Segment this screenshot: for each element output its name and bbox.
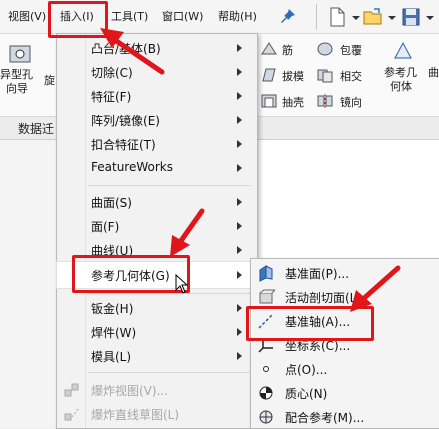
rib-label: 筋 (282, 44, 293, 57)
menu-item-label: 爆炸视图(V)... (91, 384, 169, 398)
submenu-arrow-icon (237, 246, 242, 254)
annotation-arrow-reference-geometry (170, 208, 205, 257)
submenu-item-label: 配合参考(M)... (285, 411, 365, 425)
submenu-arrow-icon (237, 198, 242, 206)
revolve-label: 旋 (44, 74, 55, 87)
submenu-arrow-icon (237, 92, 242, 100)
menu-item-label: 爆炸直线草图(L) (91, 408, 180, 422)
submenu-arrow-icon (237, 328, 242, 336)
menu-item-fastening-features[interactable]: 扣合特征(T) (57, 132, 257, 156)
menu-item-face[interactable]: 面(F) (57, 214, 257, 238)
submenu-arrow-icon (237, 352, 242, 360)
open-folder-icon[interactable] (362, 6, 384, 28)
reference-geometry-label-line2: 何体 (390, 80, 412, 93)
pin-icon[interactable] (280, 8, 296, 24)
draft-label: 拔模 (282, 70, 304, 83)
hole-wizard-icon[interactable] (8, 40, 34, 66)
submenu-item-label: 点(O)... (285, 363, 328, 377)
submenu-arrow-icon (237, 44, 242, 52)
menu-help[interactable]: 帮助(H) (218, 8, 257, 26)
explode-line-sketch-icon (64, 408, 79, 421)
tab-data-migration[interactable]: 数据迁 (18, 120, 54, 137)
intersect-label: 相交 (340, 70, 362, 83)
submenu-arrow-icon (237, 164, 242, 172)
menu-item-weldments[interactable]: 焊件(W) (57, 320, 257, 344)
rib-icon[interactable] (260, 40, 278, 58)
annotation-arrow-insert (100, 28, 165, 75)
submenu-arrow-icon (237, 304, 242, 312)
submenu-arrow-icon (237, 222, 242, 230)
plane-icon (259, 265, 273, 282)
menu-item-label: 扣合特征(T) (91, 138, 156, 152)
wrap-icon[interactable] (316, 40, 334, 58)
submenu-item-center-of-mass[interactable]: 质心(N) (251, 381, 439, 405)
menu-item-sheet-metal[interactable]: 钣金(H) (57, 296, 257, 320)
menu-item-molds[interactable]: 模具(L) (57, 344, 257, 368)
save-dropdown-icon[interactable] (424, 6, 436, 28)
feature-tree-panel (0, 140, 57, 427)
menu-item-exploded-view: 爆炸视图(V)... (57, 378, 257, 402)
draft-icon[interactable] (260, 66, 278, 84)
exploded-view-icon (64, 383, 79, 397)
menu-separator (87, 293, 251, 294)
menu-item-label: 阵列/镜像(E) (91, 114, 160, 128)
shell-icon[interactable] (260, 92, 278, 110)
mate-reference-icon (259, 410, 273, 424)
curves-label: 曲 (428, 66, 439, 79)
menu-separator (87, 185, 251, 186)
save-icon[interactable] (400, 6, 422, 28)
menu-separator (87, 372, 251, 373)
menu-item-pattern-mirror[interactable]: 阵列/镜像(E) (57, 108, 257, 132)
center-of-mass-icon (259, 386, 273, 400)
menu-item-explode-line-sketch: 爆炸直线草图(L) (57, 402, 257, 426)
submenu-item-mate-reference[interactable]: 配合参考(M)... (251, 405, 439, 429)
submenu-item-point[interactable]: 点(O)... (251, 357, 439, 381)
submenu-arrow-icon (237, 68, 242, 76)
menu-item-label: 曲面(S) (91, 196, 132, 210)
mirror-icon[interactable] (316, 92, 334, 110)
point-icon (263, 366, 269, 372)
mouse-cursor-icon (175, 274, 189, 294)
open-dropdown-icon[interactable] (386, 6, 398, 28)
section-plane-icon (259, 289, 275, 304)
submenu-item-label: 质心(N) (285, 387, 328, 401)
menu-item-featureworks[interactable]: FeatureWorks (57, 156, 257, 180)
menu-item-label: 特征(F) (91, 90, 132, 104)
mirror-label: 镜向 (340, 96, 362, 109)
menu-item-label: 模具(L) (91, 350, 132, 364)
hole-wizard-label-line2: 向导 (6, 82, 28, 95)
new-dropdown-icon[interactable] (350, 6, 362, 28)
new-document-icon[interactable] (326, 6, 348, 28)
toolbar-separator (316, 4, 317, 30)
submenu-arrow-icon (237, 116, 242, 124)
insert-menu-dropdown: 凸台/基体(B) 切除(C) 特征(F) 阵列/镜像(E) 扣合特征(T) Fe… (56, 33, 258, 429)
menu-item-label: 钣金(H) (91, 302, 134, 316)
intersect-icon[interactable] (316, 66, 334, 84)
reference-geometry-icon[interactable] (392, 40, 414, 62)
menu-item-label: FeatureWorks (91, 160, 173, 174)
menu-item-label: 面(F) (91, 220, 120, 234)
menu-item-surface[interactable]: 曲面(S) (57, 190, 257, 214)
shell-label: 抽壳 (282, 96, 304, 109)
submenu-arrow-icon (237, 140, 242, 148)
wrap-label: 包覆 (340, 44, 362, 57)
annotation-arrow-axis (350, 265, 401, 312)
menu-item-features[interactable]: 特征(F) (57, 84, 257, 108)
submenu-arrow-icon (237, 271, 242, 279)
menu-view[interactable]: 视图(V) (8, 8, 46, 26)
menu-item-label: 焊件(W) (91, 326, 137, 340)
